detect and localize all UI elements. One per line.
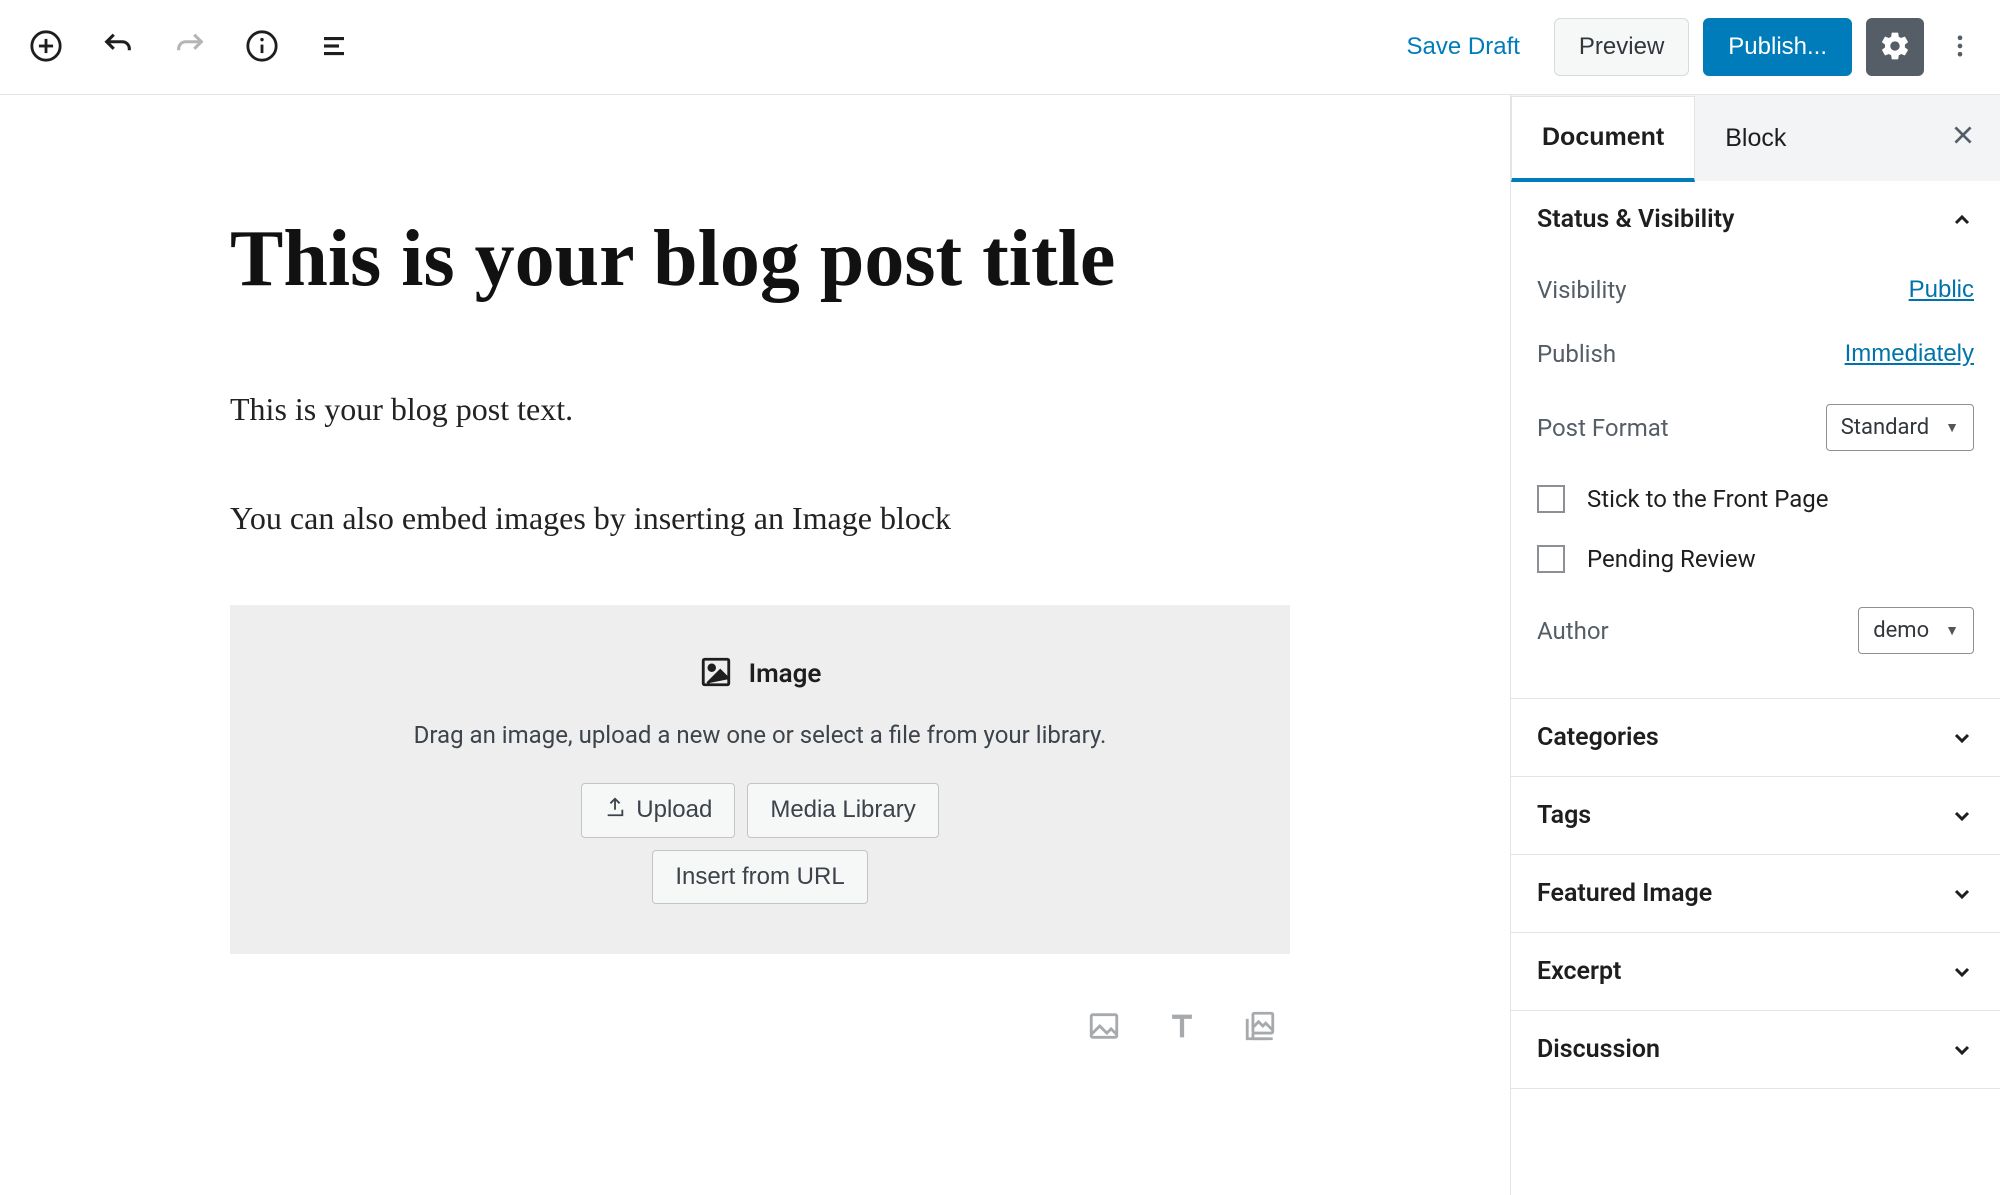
plus-circle-icon: [29, 29, 63, 66]
upload-button-label: Upload: [636, 796, 712, 824]
paragraph-block[interactable]: You can also embed images by inserting a…: [230, 496, 1290, 541]
panel-discussion: Discussion: [1511, 1011, 2000, 1089]
author-select[interactable]: demo ▼: [1858, 607, 1974, 654]
info-circle-icon: [245, 29, 279, 66]
tab-document[interactable]: Document: [1511, 96, 1695, 182]
block-navigation-button[interactable]: [312, 25, 356, 69]
panel-featured-image-header[interactable]: Featured Image: [1511, 855, 2000, 932]
panel-excerpt-header[interactable]: Excerpt: [1511, 933, 2000, 1010]
upload-button[interactable]: Upload: [581, 783, 735, 838]
author-row: Author demo ▼: [1537, 589, 1974, 672]
chevron-up-icon: [1950, 208, 1974, 232]
preview-button[interactable]: Preview: [1554, 18, 1689, 76]
redo-button[interactable]: [168, 25, 212, 69]
publish-value-button[interactable]: Immediately: [1845, 340, 1974, 368]
close-sidebar-button[interactable]: [1926, 95, 2000, 181]
caret-down-icon: ▼: [1945, 419, 1959, 436]
upload-icon: [604, 796, 626, 825]
more-vertical-icon: [1946, 32, 1974, 63]
gallery-shortcut-button[interactable]: [1240, 1006, 1280, 1046]
post-format-select[interactable]: Standard ▼: [1826, 404, 1974, 451]
media-library-button[interactable]: Media Library: [747, 783, 938, 838]
toolbar-left-group: [18, 25, 356, 69]
publish-label: Publish: [1537, 340, 1616, 368]
block-inserter-shortcuts: [230, 1006, 1290, 1046]
main-area: This is your blog post title This is you…: [0, 95, 2000, 1195]
editor-canvas: This is your blog post title This is you…: [0, 95, 1510, 1195]
toolbar-right-group: Save Draft Preview Publish...: [1387, 18, 1982, 76]
image-block-buttons: Upload Media Library Insert from URL: [520, 783, 1000, 904]
pending-review-row: Pending Review: [1537, 529, 1974, 589]
publish-button[interactable]: Publish...: [1703, 18, 1852, 76]
panel-status-visibility: Status & Visibility Visibility Public Pu…: [1511, 181, 2000, 699]
pending-review-checkbox[interactable]: [1537, 545, 1565, 573]
visibility-value-button[interactable]: Public: [1909, 276, 1974, 304]
panel-discussion-header[interactable]: Discussion: [1511, 1011, 2000, 1088]
paragraph-block[interactable]: This is your blog post text.: [230, 387, 1290, 432]
panel-excerpt: Excerpt: [1511, 933, 2000, 1011]
stick-front-page-label: Stick to the Front Page: [1587, 485, 1829, 513]
post-body: This is your blog post text. You can als…: [230, 387, 1290, 541]
image-icon: [699, 655, 733, 693]
gear-icon: [1879, 30, 1911, 65]
top-toolbar: Save Draft Preview Publish...: [0, 0, 2000, 95]
author-value: demo: [1873, 618, 1929, 643]
author-label: Author: [1537, 617, 1609, 645]
panel-featured-image: Featured Image: [1511, 855, 2000, 933]
chevron-down-icon: [1950, 960, 1974, 984]
caret-down-icon: ▼: [1945, 622, 1959, 639]
panel-categories: Categories: [1511, 699, 2000, 777]
more-options-button[interactable]: [1938, 25, 1982, 69]
chevron-down-icon: [1950, 804, 1974, 828]
visibility-row: Visibility Public: [1537, 258, 1974, 322]
undo-button[interactable]: [96, 25, 140, 69]
panel-title: Status & Visibility: [1537, 205, 1734, 234]
panel-tags: Tags: [1511, 777, 2000, 855]
stick-front-page-checkbox[interactable]: [1537, 485, 1565, 513]
settings-sidebar: Document Block Status & Visibility Visib…: [1510, 95, 2000, 1195]
undo-icon: [101, 29, 135, 66]
heading-shortcut-button[interactable]: [1162, 1006, 1202, 1046]
list-icon: [319, 31, 349, 64]
chevron-down-icon: [1950, 882, 1974, 906]
pending-review-label: Pending Review: [1587, 545, 1756, 573]
post-format-value: Standard: [1841, 415, 1929, 440]
panel-title: Categories: [1537, 723, 1659, 752]
save-draft-button[interactable]: Save Draft: [1387, 21, 1540, 73]
publish-row: Publish Immediately: [1537, 322, 1974, 386]
settings-button[interactable]: [1866, 18, 1924, 76]
image-block-placeholder[interactable]: Image Drag an image, upload a new one or…: [230, 605, 1290, 954]
sidebar-tabs: Document Block: [1511, 95, 2000, 181]
panel-title: Excerpt: [1537, 957, 1621, 986]
image-block-description: Drag an image, upload a new one or selec…: [260, 721, 1260, 749]
add-block-button[interactable]: [24, 25, 68, 69]
panel-title: Discussion: [1537, 1035, 1660, 1064]
tab-block[interactable]: Block: [1695, 95, 1816, 181]
panel-title: Tags: [1537, 801, 1591, 830]
panel-tags-header[interactable]: Tags: [1511, 777, 2000, 854]
chevron-down-icon: [1950, 726, 1974, 750]
chevron-down-icon: [1950, 1038, 1974, 1062]
close-icon: [1950, 123, 1976, 154]
post-format-row: Post Format Standard ▼: [1537, 386, 1974, 469]
panel-title: Featured Image: [1537, 879, 1712, 908]
panel-status-visibility-header[interactable]: Status & Visibility: [1511, 181, 2000, 258]
post-format-label: Post Format: [1537, 414, 1669, 442]
image-block-header: Image: [260, 655, 1260, 693]
post-title[interactable]: This is your blog post title: [230, 215, 1290, 303]
stick-front-page-row: Stick to the Front Page: [1537, 469, 1974, 529]
content-info-button[interactable]: [240, 25, 284, 69]
redo-icon: [173, 29, 207, 66]
visibility-label: Visibility: [1537, 276, 1627, 304]
image-shortcut-button[interactable]: [1084, 1006, 1124, 1046]
panel-categories-header[interactable]: Categories: [1511, 699, 2000, 776]
insert-from-url-button[interactable]: Insert from URL: [652, 850, 867, 904]
image-block-label: Image: [749, 659, 822, 689]
